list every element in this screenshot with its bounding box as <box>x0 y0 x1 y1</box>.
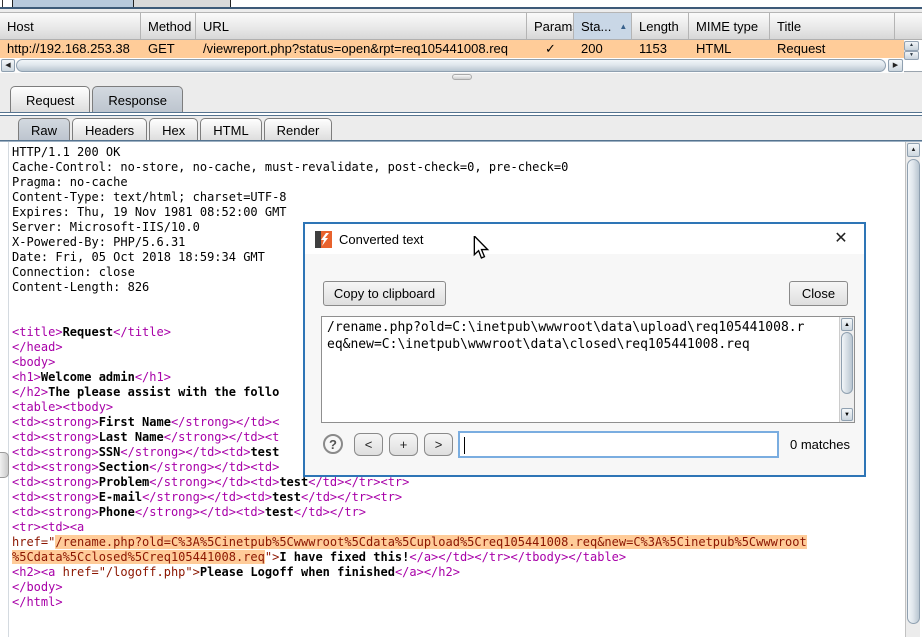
cell-length: 1153 <box>632 40 689 58</box>
scroll-up-icon[interactable]: ▲ <box>841 318 853 331</box>
window-top-tab-strip <box>0 0 922 9</box>
sort-ascending-icon: ▲ <box>619 22 627 31</box>
col-header-mime-type[interactable]: MIME type <box>689 13 770 39</box>
code-line: HTTP/1.1 200 OK <box>12 145 807 160</box>
burp-app-icon <box>315 231 332 248</box>
code-line: </html> <box>12 595 807 610</box>
cell-url: /viewreport.php?status=open&rpt=req10544… <box>196 40 527 58</box>
scroll-up-icon[interactable]: ▲ <box>907 143 920 157</box>
cell-mime-type: HTML <box>689 40 770 58</box>
col-header-host[interactable]: Host <box>0 13 141 39</box>
col-header-filler <box>895 13 922 39</box>
mouse-cursor <box>472 236 490 260</box>
match-count-label: 0 matches <box>790 437 850 452</box>
code-line: Expires: Thu, 19 Nov 1981 08:52:00 GMT <box>12 205 807 220</box>
partial-tab-selected[interactable] <box>12 0 134 7</box>
view-subtabs: Raw Headers Hex HTML Render <box>18 117 334 141</box>
horizontal-scrollbar-thumb[interactable] <box>16 59 886 72</box>
converted-text-dialog: Converted text ✕ Copy to clipboard Close… <box>303 222 866 477</box>
code-line: <td><strong>E-mail</strong></td><td>test… <box>12 490 807 505</box>
scroll-left-icon[interactable]: ◀ <box>1 59 15 72</box>
code-line: href="/rename.php?old=C%3A%5Cinetpub%5Cw… <box>12 535 807 550</box>
dialog-titlebar[interactable]: Converted text ✕ <box>305 224 864 254</box>
tab-request[interactable]: Request <box>10 86 90 113</box>
code-line: </body> <box>12 580 807 595</box>
col-header-url[interactable]: URL <box>196 13 527 39</box>
table-header-row: Host Method URL Params Sta... ▲ Length MI… <box>0 13 922 40</box>
table-horizontal-scrollbar[interactable]: ◀ ▶ <box>0 59 904 73</box>
code-line: Pragma: no-cache <box>12 175 807 190</box>
code-line: <tr><td><a <box>12 520 807 535</box>
response-vertical-scrollbar[interactable]: ▲ <box>905 142 920 637</box>
col-header-status[interactable]: Sta... ▲ <box>574 13 632 39</box>
search-previous-button[interactable]: < <box>354 433 383 456</box>
cell-status: 200 <box>574 40 632 58</box>
table-row[interactable]: http://192.168.253.38 GET /viewreport.ph… <box>0 40 904 58</box>
subtab-html[interactable]: HTML <box>200 118 261 141</box>
code-line: <h2><a href="/logoff.php">Please Logoff … <box>12 565 807 580</box>
text-caret <box>464 437 465 454</box>
cell-method: GET <box>141 40 196 58</box>
subtab-hex[interactable]: Hex <box>149 118 198 141</box>
textarea-scrollbar[interactable]: ▲ ▼ <box>839 317 854 422</box>
cell-host: http://192.168.253.38 <box>0 40 141 58</box>
http-history-table: Host Method URL Params Sta... ▲ Length MI… <box>0 12 922 72</box>
left-splitter-grip[interactable] <box>0 452 9 478</box>
vertical-scrollbar-thumb[interactable] <box>907 159 920 624</box>
dialog-title: Converted text <box>339 232 424 247</box>
panel-left-border <box>8 142 9 637</box>
col-header-params[interactable]: Params <box>527 13 574 39</box>
scroll-down-icon[interactable]: ▼ <box>904 51 919 61</box>
tab-response[interactable]: Response <box>92 86 183 113</box>
table-vertical-scrollbar[interactable]: ▲ ▼ <box>904 41 919 60</box>
scroll-up-icon[interactable]: ▲ <box>904 41 919 51</box>
col-header-status-label: Sta... <box>581 19 611 34</box>
tabs-divider <box>0 112 922 116</box>
strip-edge <box>2 0 3 7</box>
search-next-button[interactable]: > <box>424 433 453 456</box>
col-header-title[interactable]: Title <box>770 13 895 39</box>
code-line: <td><strong>Problem</strong></td><td>tes… <box>12 475 807 490</box>
subtab-render[interactable]: Render <box>264 118 333 141</box>
close-button[interactable]: Close <box>789 281 848 306</box>
converted-text-area[interactable]: /rename.php?old=C:\inetpub\wwwroot\data\… <box>321 316 855 423</box>
partial-tab[interactable] <box>134 0 231 7</box>
search-add-button[interactable]: + <box>389 433 418 456</box>
converted-text-content: /rename.php?old=C:\inetpub\wwwroot\data\… <box>327 319 804 353</box>
search-input[interactable] <box>458 431 779 458</box>
copy-to-clipboard-button[interactable]: Copy to clipboard <box>323 281 446 306</box>
close-icon[interactable]: ✕ <box>830 229 852 251</box>
cell-params-checkmark: ✓ <box>527 40 574 58</box>
cell-title: Request <box>770 40 895 58</box>
scroll-right-icon[interactable]: ▶ <box>888 59 903 72</box>
panel-splitter-handle[interactable] <box>452 74 472 80</box>
help-icon[interactable]: ? <box>323 434 343 454</box>
code-line: Cache-Control: no-store, no-cache, must-… <box>12 160 807 175</box>
col-header-length[interactable]: Length <box>632 13 689 39</box>
message-tabs: Request Response <box>10 85 185 113</box>
code-line: <td><strong>Phone</strong></td><td>test<… <box>12 505 807 520</box>
col-header-method[interactable]: Method <box>141 13 196 39</box>
code-line: Content-Type: text/html; charset=UTF-8 <box>12 190 807 205</box>
subtab-headers[interactable]: Headers <box>72 118 147 141</box>
textarea-scrollbar-thumb[interactable] <box>841 332 853 394</box>
subtab-raw[interactable]: Raw <box>18 118 70 141</box>
scroll-down-icon[interactable]: ▼ <box>841 408 853 421</box>
code-line: %5Cdata%5Cclosed%5Creq105441008.req">I h… <box>12 550 807 565</box>
